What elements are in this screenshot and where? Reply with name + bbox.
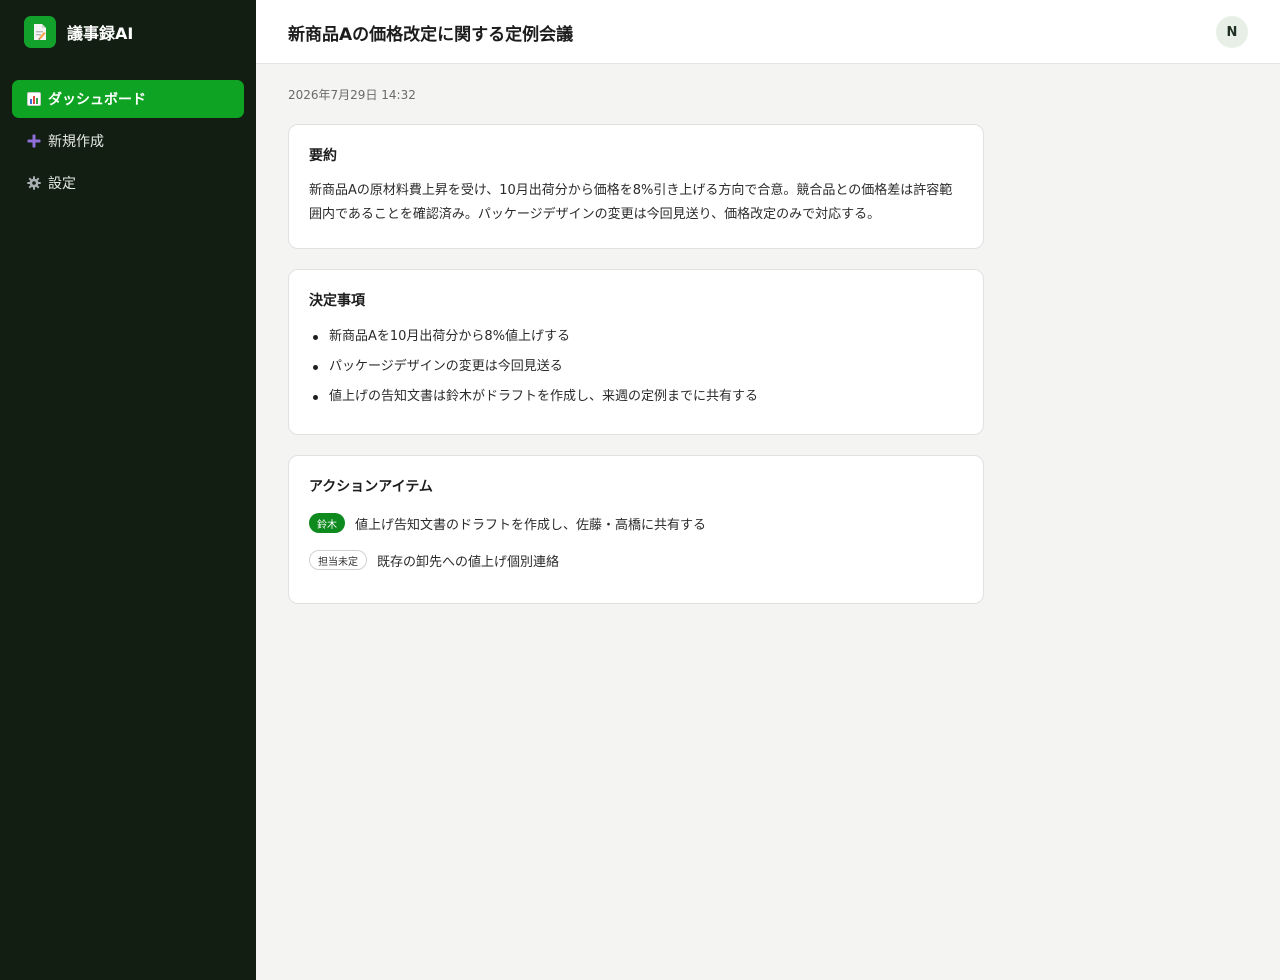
action-item-text: 値上げ告知文書のドラフトを作成し、佐藤・高橋に共有する xyxy=(355,517,707,533)
meeting-datetime: 2026年7月29日 14:32 xyxy=(288,88,416,102)
action-item: 担当未定 既存の卸先への値上げ個別連絡 xyxy=(309,549,963,571)
plus-icon xyxy=(26,134,41,149)
sidebar-item-settings[interactable]: 設定 xyxy=(12,164,244,202)
bar-chart-icon xyxy=(26,92,41,107)
summary-card: 要約 新商品Aの原材料費上昇を受け、10月出荷分から価格を8%引き上げる方向で合… xyxy=(288,124,984,249)
list-item: パッケージデザインの変更は今回見送る xyxy=(309,352,963,382)
assignee-badge: 担当未定 xyxy=(309,550,367,570)
sidebar-item-label: ダッシュボード xyxy=(48,92,146,108)
sidebar-nav: ダッシュボード 新規作成 設定 xyxy=(12,80,244,206)
summary-heading: 要約 xyxy=(309,148,337,164)
sidebar-item-new[interactable]: 新規作成 xyxy=(12,122,244,160)
app-name: 議事録AI xyxy=(67,24,134,43)
sidebar-item-label: 新規作成 xyxy=(48,134,104,150)
summary-text: 新商品Aの原材料費上昇を受け、10月出荷分から価格を8%引き上げる方向で合意。競… xyxy=(309,183,953,222)
decisions-heading: 決定事項 xyxy=(309,293,365,309)
action-item-text: 既存の卸先への値上げ個別連絡 xyxy=(377,554,560,570)
avatar[interactable]: N xyxy=(1216,16,1248,48)
list-item: 値上げの告知文書は鈴木がドラフトを作成し、来週の定例までに共有する xyxy=(309,382,963,412)
sidebar-item-dashboard[interactable]: ダッシュボード xyxy=(12,80,244,118)
sidebar-item-label: 設定 xyxy=(48,176,76,192)
document-icon xyxy=(24,16,56,48)
action-items-heading: アクションアイテム xyxy=(309,479,433,495)
brand[interactable]: 議事録AI xyxy=(24,16,133,48)
sidebar: 議事録AI ダッシュボード 新規作成 設定 xyxy=(0,0,256,980)
page-header: 新商品Aの価格改定に関する定例会議 N xyxy=(256,0,1280,64)
page-title: 新商品Aの価格改定に関する定例会議 xyxy=(288,25,574,45)
decision-list: 新商品Aを10月出荷分から8%値上げする パッケージデザインの変更は今回見送る … xyxy=(309,322,963,412)
assignee-badge: 鈴木 xyxy=(309,513,345,533)
list-item: 新商品Aを10月出荷分から8%値上げする xyxy=(309,322,963,352)
action-item: 鈴木 値上げ告知文書のドラフトを作成し、佐藤・高橋に共有する xyxy=(309,512,963,534)
decisions-card: 決定事項 新商品Aを10月出荷分から8%値上げする パッケージデザインの変更は今… xyxy=(288,269,984,435)
action-items-card: アクションアイテム 鈴木 値上げ告知文書のドラフトを作成し、佐藤・高橋に共有する… xyxy=(288,455,984,604)
gear-icon xyxy=(26,176,41,191)
